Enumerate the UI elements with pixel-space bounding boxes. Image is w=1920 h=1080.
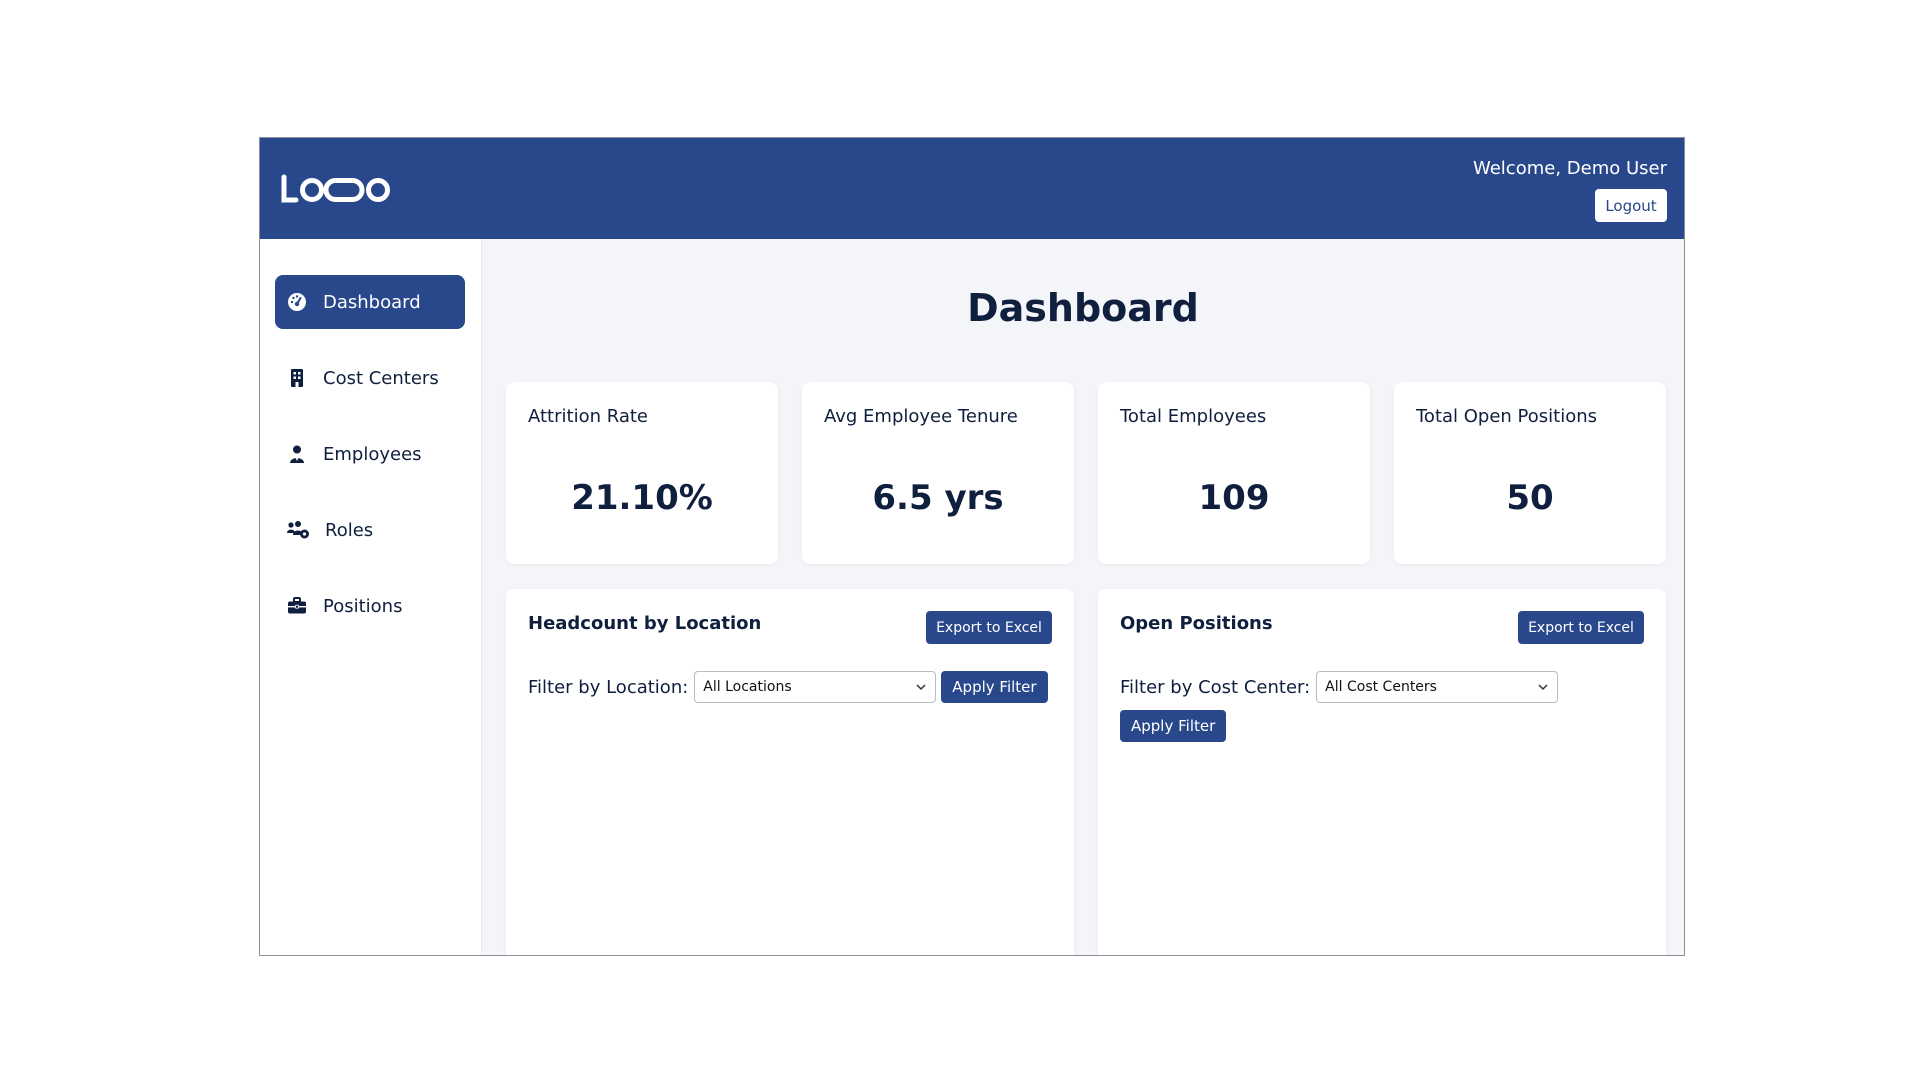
kpi-card-total-employees: Total Employees 109 xyxy=(1098,382,1370,564)
logo-icon xyxy=(281,174,390,203)
apply-filter-button[interactable]: Apply Filter xyxy=(941,671,1048,703)
panel-headcount-by-location: Headcount by Location Export to Excel Fi… xyxy=(506,589,1074,955)
dashboard-icon xyxy=(286,291,308,313)
logout-button[interactable]: Logout xyxy=(1595,189,1667,222)
building-icon xyxy=(286,367,308,389)
app-window: Welcome, Demo User Logout Dashboard Cost… xyxy=(259,137,1685,956)
select-value: All Locations xyxy=(703,679,792,695)
kpi-card-open-positions: Total Open Positions 50 xyxy=(1394,382,1666,564)
kpi-value: 21.10% xyxy=(571,478,713,518)
users-gear-icon xyxy=(286,519,310,541)
chevron-down-icon xyxy=(916,684,926,691)
panel-title: Headcount by Location xyxy=(528,613,762,634)
logo xyxy=(281,173,393,205)
filter-label: Filter by Cost Center: xyxy=(1120,676,1311,698)
page-title: Dashboard xyxy=(967,286,1199,330)
welcome-text: Welcome, Demo User xyxy=(1472,158,1667,179)
sidebar: Dashboard Cost Centers Employees Roles P xyxy=(260,239,482,955)
cost-center-filter-select[interactable]: All Cost Centers xyxy=(1316,671,1559,703)
kpi-label: Avg Employee Tenure xyxy=(824,406,1018,427)
sidebar-item-label: Cost Centers xyxy=(323,367,439,389)
sidebar-item-dashboard[interactable]: Dashboard xyxy=(275,275,465,329)
export-to-excel-button[interactable]: Export to Excel xyxy=(1518,611,1644,644)
briefcase-icon xyxy=(286,595,308,617)
sidebar-item-label: Positions xyxy=(323,595,403,617)
user-icon xyxy=(286,443,308,465)
kpi-label: Attrition Rate xyxy=(528,406,648,427)
kpi-value: 6.5 yrs xyxy=(872,478,1004,518)
sidebar-item-employees[interactable]: Employees xyxy=(275,427,465,481)
sidebar-item-label: Dashboard xyxy=(323,291,421,313)
apply-filter-button[interactable]: Apply Filter xyxy=(1120,710,1227,742)
sidebar-item-cost-centers[interactable]: Cost Centers xyxy=(275,351,465,405)
chevron-down-icon xyxy=(1538,684,1548,691)
top-header: Welcome, Demo User Logout xyxy=(260,138,1684,239)
kpi-value: 50 xyxy=(1506,478,1554,518)
filter-label: Filter by Location: xyxy=(528,676,689,698)
sidebar-item-positions[interactable]: Positions xyxy=(275,579,465,633)
select-value: All Cost Centers xyxy=(1325,679,1437,695)
filter-row: Filter by Location: All Locations Apply … xyxy=(528,671,1048,703)
kpi-label: Total Employees xyxy=(1120,406,1267,427)
kpi-card-attrition: Attrition Rate 21.10% xyxy=(506,382,778,564)
sidebar-item-roles[interactable]: Roles xyxy=(275,503,465,557)
kpi-card-tenure: Avg Employee Tenure 6.5 yrs xyxy=(802,382,1074,564)
kpi-value: 109 xyxy=(1198,478,1270,518)
location-filter-select[interactable]: All Locations xyxy=(694,671,937,703)
sidebar-item-label: Employees xyxy=(323,443,422,465)
export-to-excel-button[interactable]: Export to Excel xyxy=(926,611,1052,644)
panel-open-positions: Open Positions Export to Excel Filter by… xyxy=(1098,589,1666,955)
kpi-label: Total Open Positions xyxy=(1416,406,1598,427)
sidebar-item-label: Roles xyxy=(325,519,374,541)
filter-row: Filter by Cost Center: All Cost Centers xyxy=(1120,671,1559,703)
panel-title: Open Positions xyxy=(1120,613,1273,634)
main-content: Dashboard Attrition Rate 21.10% Avg Empl… xyxy=(482,239,1684,955)
